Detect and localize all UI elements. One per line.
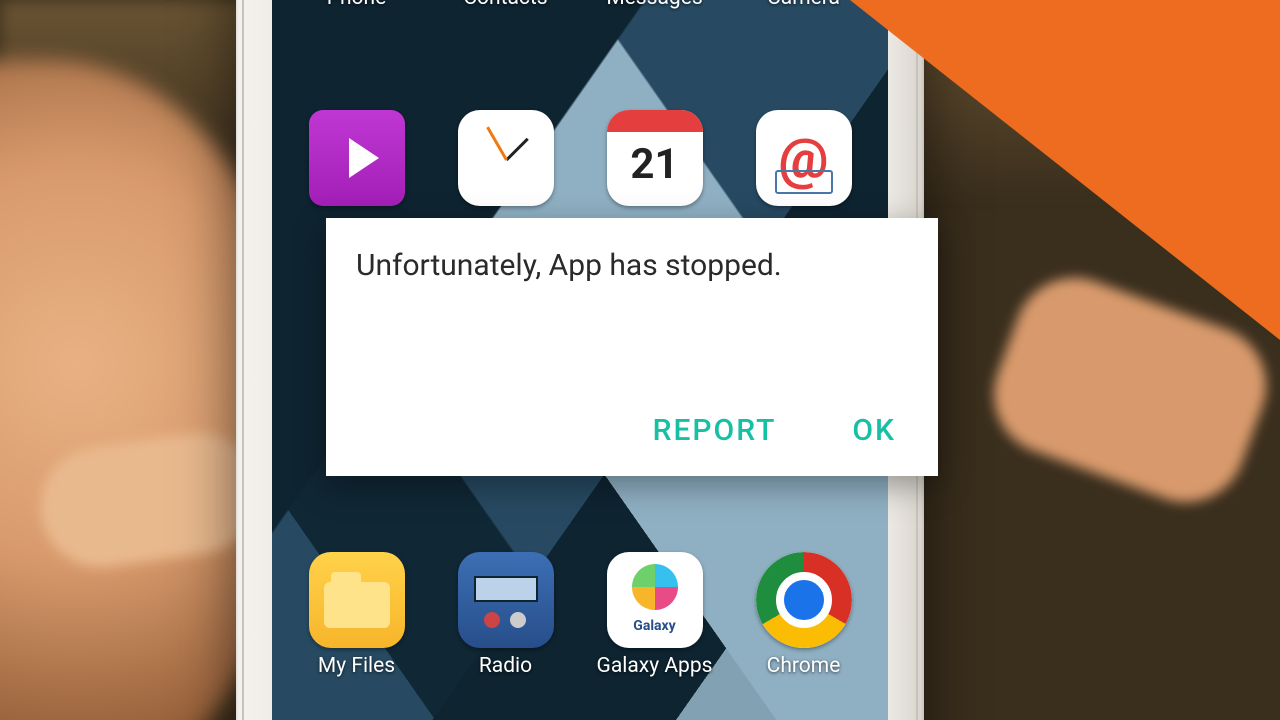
app-contacts[interactable]: Contacts [435, 0, 577, 10]
chrome-icon [756, 552, 852, 648]
dialog-message: Unfortunately, App has stopped. [356, 248, 782, 283]
app-label: Messages [606, 0, 702, 10]
video-icon [309, 110, 405, 206]
app-messages[interactable]: Messages [584, 0, 726, 10]
app-row-2: 21 [272, 110, 888, 212]
folder-icon [309, 552, 405, 648]
error-dialog: Unfortunately, App has stopped. REPORT O… [326, 218, 938, 476]
app-label: Phone [327, 0, 387, 10]
calendar-header-bar [607, 110, 703, 132]
app-row-1: Phone Contacts Messages Camera [272, 0, 888, 10]
app-calendar[interactable]: 21 [584, 110, 726, 212]
dialog-actions: REPORT OK [645, 407, 904, 454]
app-myfiles[interactable]: My Files [286, 552, 428, 678]
app-label: Galaxy Apps [597, 654, 713, 678]
app-phone[interactable]: Phone [286, 0, 428, 10]
radio-icon [458, 552, 554, 648]
scene: Phone Contacts Messages Camera [0, 0, 1280, 720]
calendar-icon: 21 [607, 110, 703, 206]
app-label: My Files [318, 654, 395, 678]
app-clock[interactable] [435, 110, 577, 212]
overlay-triangle [850, 0, 1280, 340]
app-galaxyapps[interactable]: Galaxy Galaxy Apps [584, 552, 726, 678]
galaxy-apps-icon: Galaxy [607, 552, 703, 648]
email-icon [756, 110, 852, 206]
app-radio[interactable]: Radio [435, 552, 577, 678]
app-video[interactable] [286, 110, 428, 212]
app-label: Camera [767, 0, 840, 10]
clock-icon [458, 110, 554, 206]
galaxy-icon-text: Galaxy [633, 618, 675, 634]
report-button[interactable]: REPORT [645, 407, 785, 454]
app-label: Radio [479, 654, 532, 678]
calendar-day-number: 21 [630, 140, 678, 189]
app-chrome[interactable]: Chrome [733, 552, 875, 678]
app-row-3: My Files Radio Galaxy Galaxy Apps Chrome [272, 552, 888, 678]
app-label: Contacts [463, 0, 547, 10]
ok-button[interactable]: OK [844, 407, 904, 454]
app-label: Chrome [767, 654, 841, 678]
